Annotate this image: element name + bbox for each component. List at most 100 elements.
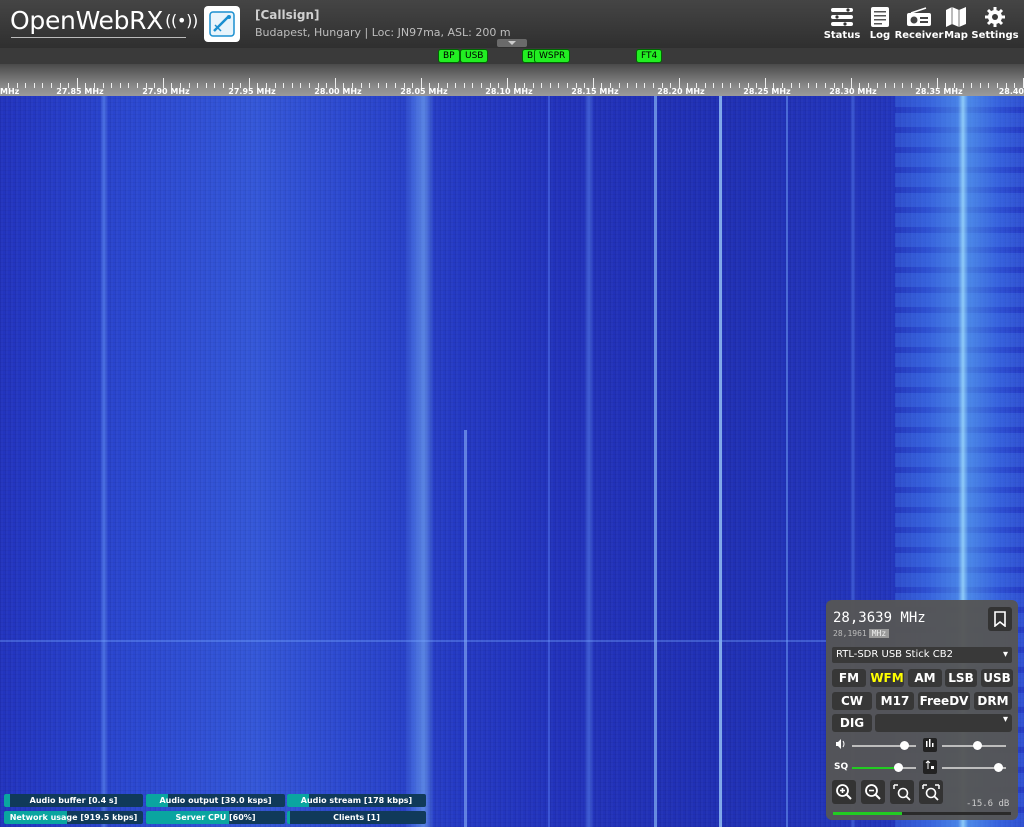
bookmark-strip	[0, 48, 1024, 64]
scale-tick	[979, 83, 981, 88]
status-label: Server CPU [60%]	[175, 813, 256, 822]
scale-label: 28.20 MHz	[657, 87, 705, 96]
noise-reduction-slider[interactable]	[942, 741, 1006, 750]
signal-trace	[719, 96, 722, 827]
mode-fm-button[interactable]: FM	[832, 669, 866, 687]
status-label: Audio buffer [0.4 s]	[29, 796, 118, 805]
mode-freedv-button[interactable]: FreeDV	[918, 692, 970, 710]
scale-tick	[205, 83, 207, 88]
status-label: Audio output [39.0 ksps]	[159, 796, 272, 805]
audio-output-bar[interactable]: Audio output [39.0 ksps]	[146, 794, 285, 807]
mode-usb-button[interactable]: USB	[981, 669, 1013, 687]
scale-tick	[825, 83, 826, 88]
nav-settings-button[interactable]: Settings	[969, 4, 1021, 41]
squelch-slider-knob[interactable]	[894, 763, 904, 772]
network-usage-bar[interactable]: Network usage [919.5 kbps]	[4, 811, 143, 824]
signal-trace	[654, 96, 657, 827]
center-frequency-unit[interactable]: MHz	[868, 629, 890, 638]
scale-tick	[807, 83, 809, 88]
scale-tick	[971, 83, 973, 88]
mode-m17-button[interactable]: M17	[876, 692, 914, 710]
nav-settings-label: Settings	[971, 30, 1019, 41]
nav-log-label: Log	[869, 30, 891, 41]
scale-label: 27.95 MHz	[228, 87, 276, 96]
frequency-display[interactable]: 28,3639 MHz	[833, 610, 926, 626]
agc-slider-knob[interactable]	[994, 763, 1004, 772]
zoom-reset-button[interactable]	[919, 780, 943, 804]
zoom-in-button[interactable]	[832, 780, 856, 804]
squelch-slider-fill	[852, 767, 899, 769]
noise-reduction-icon[interactable]	[923, 738, 937, 752]
top-bar: OpenWebRX ((•)) [Callsign] Budapest, Hung…	[0, 0, 1024, 48]
scale-tick	[128, 83, 130, 88]
scale-tick	[790, 83, 792, 88]
volume-slider[interactable]	[852, 741, 916, 750]
scale-tick	[51, 83, 52, 88]
scale-tick	[721, 83, 723, 88]
signal-trace	[548, 96, 550, 827]
zoom-reset-icon	[922, 784, 940, 801]
zoom-to-signal-button[interactable]	[890, 780, 914, 804]
receiver-name: [Callsign]	[255, 8, 320, 22]
scale-label: 28.30 MHz	[829, 87, 877, 96]
mode-cw-button[interactable]: CW	[832, 692, 872, 710]
bookmark-wspr[interactable]: WSPR	[534, 49, 571, 63]
volume-slider-knob[interactable]	[900, 741, 910, 750]
scale-tick	[644, 83, 646, 88]
audio-stream-bar[interactable]: Audio stream [178 kbps]	[287, 794, 426, 807]
agc-slider[interactable]	[942, 763, 1006, 772]
volume-icon[interactable]	[834, 738, 848, 752]
scale-tick	[386, 83, 388, 88]
s-meter-fill	[833, 812, 903, 815]
mode-drm-button[interactable]: DRM	[974, 692, 1012, 710]
scale-tick	[911, 83, 912, 88]
scale-label: 28.25 MHz	[743, 87, 791, 96]
clients-bar[interactable]: Clients [1]	[287, 811, 426, 824]
zoom-in-icon	[836, 784, 852, 800]
openwebrx-logo[interactable]: OpenWebRX ((•))	[10, 6, 198, 35]
signal-trace	[464, 430, 467, 827]
scale-label: 28.05 MHz	[400, 87, 448, 96]
bookmark-bp[interactable]: BP	[438, 49, 460, 63]
scale-tick	[962, 83, 964, 88]
logo-underline	[11, 37, 186, 38]
noise-reduction-slider-knob[interactable]	[973, 741, 983, 750]
bookmark-button[interactable]	[988, 607, 1012, 631]
scale-tick	[876, 83, 878, 88]
mode-am-button[interactable]: AM	[908, 669, 942, 687]
scale-label: 28.40	[998, 87, 1024, 96]
status-icon	[827, 4, 857, 30]
mode-wfm-button[interactable]: WFM	[870, 669, 904, 687]
center-frequency-value: 28,1961	[833, 629, 867, 638]
scale-tick	[653, 83, 654, 88]
scale-tick	[541, 83, 543, 88]
scale-label: MHz	[0, 87, 20, 96]
log-icon	[865, 4, 895, 30]
bookmark-usb[interactable]: USB	[460, 49, 489, 63]
signal-trace	[404, 96, 434, 827]
zoom-out-button[interactable]	[861, 780, 885, 804]
mode-lsb-button[interactable]: LSB	[945, 669, 977, 687]
server-cpu-bar[interactable]: Server CPU [60%]	[146, 811, 285, 824]
scale-label: 28.35 MHz	[915, 87, 963, 96]
scale-tick	[704, 83, 706, 88]
digital-mode-select[interactable]	[875, 714, 1012, 732]
receiver-avatar[interactable]	[204, 6, 240, 42]
squelch-label[interactable]: SQ	[834, 760, 848, 774]
bookmark-ft4[interactable]: FT4	[636, 49, 663, 63]
sdr-profile-select[interactable]: RTL-SDR USB Stick CB2	[832, 647, 1012, 663]
map-icon	[941, 4, 971, 30]
collapse-header-button[interactable]	[497, 39, 527, 47]
scale-tick	[197, 83, 199, 88]
scale-label: 27.90 MHz	[142, 87, 190, 96]
scale-tick	[893, 83, 895, 88]
scale-tick	[549, 83, 551, 88]
scale-tick	[455, 83, 457, 88]
scale-tick	[739, 83, 740, 88]
audio-buffer-bar[interactable]: Audio buffer [0.4 s]	[4, 794, 143, 807]
scale-tick	[472, 83, 474, 88]
center-frequency-display: 28,1961 MHz	[833, 629, 890, 638]
agc-icon[interactable]	[923, 760, 937, 774]
squelch-slider[interactable]	[852, 763, 916, 772]
mode-dig-button[interactable]: DIG	[832, 714, 872, 732]
